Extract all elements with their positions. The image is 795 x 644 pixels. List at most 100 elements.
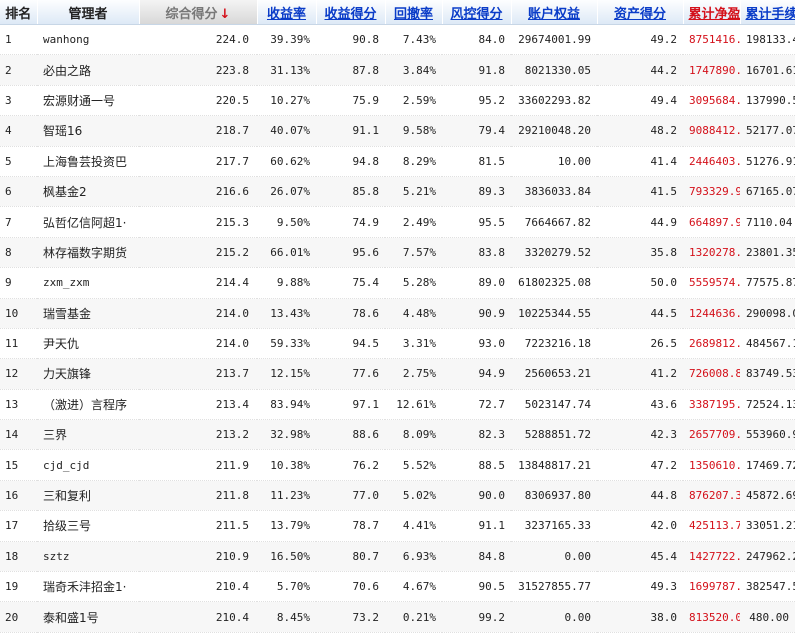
manager-name: 尹天仇 — [37, 328, 139, 360]
return-rate-cell: 12.15% — [257, 358, 316, 390]
rank-cell: 11 — [0, 328, 37, 360]
return-score-cell: 77.0 — [316, 480, 385, 512]
table-row: 4 智瑶16 218.7 40.07% 91.1 9.58% 79.4 29210048.20… — [0, 115, 795, 147]
equity-cell: 33602293.82 — [511, 85, 597, 117]
table-row: 14 三界 213.2 32.98% 88.6 8.09% 82.3 5288851.72 42… — [0, 419, 795, 451]
asset-score-cell: 47.2 — [597, 449, 683, 481]
risk-score-cell: 99.2 — [442, 601, 511, 633]
table-row: 2 必由之路 223.8 31.13% 87.8 3.84% 91.8 8021330.05 4… — [0, 54, 795, 86]
equity-cell: 7664667.82 — [511, 206, 597, 238]
manager-name: 力天旗锋 — [37, 358, 139, 390]
total-score-cell: 210.9 — [139, 541, 257, 573]
header-risk-score[interactable]: 风控得分 — [442, 0, 512, 25]
risk-score-cell: 79.4 — [442, 115, 511, 147]
rank-cell: 20 — [0, 601, 37, 633]
rank-cell: 10 — [0, 298, 37, 329]
drawdown-cell: 6.93% — [385, 541, 442, 573]
asset-score-cell: 41.5 — [597, 176, 683, 208]
header-return-score[interactable]: 收益得分 — [316, 0, 386, 25]
risk-score-cell: 83.8 — [442, 237, 511, 269]
total-score-cell: 210.4 — [139, 571, 257, 603]
net-profit-cell: 876207.31 — [683, 480, 740, 512]
risk-score-cell: 88.5 — [442, 449, 511, 481]
drawdown-cell: 2.49% — [385, 206, 442, 238]
asset-score-cell: 45.4 — [597, 541, 683, 573]
net-profit-cell: 664897.96 — [683, 206, 740, 238]
drawdown-cell: 4.48% — [385, 298, 442, 329]
risk-score-cell: 89.3 — [442, 176, 511, 208]
header-rank: 排名 — [0, 0, 38, 25]
manager-name: 林存福数字期货 — [37, 237, 139, 269]
return-score-cell: 97.1 — [316, 389, 385, 421]
sort-desc-icon: ↓ — [219, 6, 231, 22]
net-profit-cell: 2657709.02 — [683, 419, 740, 451]
return-rate-cell: 60.62% — [257, 146, 316, 177]
net-profit-cell: 1350610.28 — [683, 449, 740, 481]
rank-cell: 4 — [0, 115, 37, 147]
table-row: 1 wanhong 224.0 39.39% 90.8 7.43% 84.0 29674001… — [0, 24, 795, 56]
asset-score-cell: 35.8 — [597, 237, 683, 269]
risk-score-cell: 82.3 — [442, 419, 511, 451]
rank-cell: 2 — [0, 54, 37, 86]
fees-cell: 33051.21 — [740, 510, 795, 542]
return-rate-cell: 10.27% — [257, 85, 316, 117]
table-row: 17 拾级三号 211.5 13.79% 78.7 4.41% 91.1 3237165.33… — [0, 510, 795, 542]
total-score-cell: 211.5 — [139, 510, 257, 542]
table-row: 3 宏源财通一号 220.5 10.27% 75.9 2.59% 95.2 33602293.… — [0, 85, 795, 117]
fees-cell: 67165.07 — [740, 176, 795, 208]
drawdown-cell: 7.57% — [385, 237, 442, 269]
asset-score-cell: 44.9 — [597, 206, 683, 238]
table-row: 13 （激进）言程序 213.4 83.94% 97.1 12.61% 72.7 502314… — [0, 389, 795, 421]
manager-name: 枫基金2 — [37, 176, 139, 208]
return-score-cell: 78.7 — [316, 510, 385, 542]
net-profit-cell: 5559574.13 — [683, 267, 740, 299]
risk-score-cell: 90.5 — [442, 571, 511, 603]
table-row: 16 三和复利 211.8 11.23% 77.0 5.02% 90.0 8306937.80… — [0, 480, 795, 512]
header-drawdown[interactable]: 回撤率 — [385, 0, 443, 25]
header-fees[interactable]: 累计手续费 — [740, 0, 795, 25]
equity-cell: 5288851.72 — [511, 419, 597, 451]
return-score-cell: 85.8 — [316, 176, 385, 208]
fees-cell: 51276.91 — [740, 146, 795, 177]
risk-score-cell: 90.9 — [442, 298, 511, 329]
total-score-cell: 210.4 — [139, 601, 257, 633]
fees-cell: 83749.53 — [740, 358, 795, 390]
table-header: 排名 管理者 综合得分 ↓ 收益率 收益得分 回撤率 风控得分 账户权益 资产得分… — [0, 0, 795, 25]
equity-cell: 3320279.52 — [511, 237, 597, 269]
ranking-table: 排名 管理者 综合得分 ↓ 收益率 收益得分 回撤率 风控得分 账户权益 资产得分… — [0, 0, 795, 633]
manager-name: 拾级三号 — [37, 510, 139, 542]
return-rate-cell: 26.07% — [257, 176, 316, 208]
return-rate-cell: 59.33% — [257, 328, 316, 360]
fees-cell: 382547.52 — [740, 571, 795, 603]
risk-score-cell: 81.5 — [442, 146, 511, 177]
fees-cell: 52177.07 — [740, 115, 795, 147]
total-score-cell: 215.2 — [139, 237, 257, 269]
table-row: 8 林存福数字期货 215.2 66.01% 95.6 7.57% 83.8 3320279.… — [0, 237, 795, 269]
drawdown-cell: 8.09% — [385, 419, 442, 451]
drawdown-cell: 12.61% — [385, 389, 442, 421]
risk-score-cell: 84.8 — [442, 541, 511, 573]
header-return-rate[interactable]: 收益率 — [257, 0, 317, 25]
equity-cell: 3836033.84 — [511, 176, 597, 208]
equity-cell: 29674001.99 — [511, 24, 597, 56]
header-net-profit[interactable]: 累计净盈亏 — [683, 0, 741, 25]
net-profit-cell: 3387195.87 — [683, 389, 740, 421]
table-row: 5 上海鲁芸投资巴 217.7 60.62% 94.8 8.29% 81.5 10.00 41.… — [0, 146, 795, 177]
return-rate-cell: 10.38% — [257, 449, 316, 481]
asset-score-cell: 26.5 — [597, 328, 683, 360]
return-rate-cell: 32.98% — [257, 419, 316, 451]
rank-cell: 19 — [0, 571, 37, 603]
drawdown-cell: 9.58% — [385, 115, 442, 147]
drawdown-cell: 5.28% — [385, 267, 442, 299]
table-row: 15 cjd_cjd 211.9 10.38% 76.2 5.52% 88.5 1384881… — [0, 449, 795, 481]
header-asset-score[interactable]: 资产得分 — [597, 0, 684, 25]
manager-name: 弘哲亿信阿超1· — [37, 206, 139, 238]
header-total-score[interactable]: 综合得分 ↓ — [139, 0, 258, 25]
equity-cell: 0.00 — [511, 601, 597, 633]
total-score-cell: 217.7 — [139, 146, 257, 177]
net-profit-cell: 1427722.79 — [683, 541, 740, 573]
risk-score-cell: 72.7 — [442, 389, 511, 421]
header-equity[interactable]: 账户权益 — [511, 0, 598, 25]
risk-score-cell: 90.0 — [442, 480, 511, 512]
return-score-cell: 91.1 — [316, 115, 385, 147]
